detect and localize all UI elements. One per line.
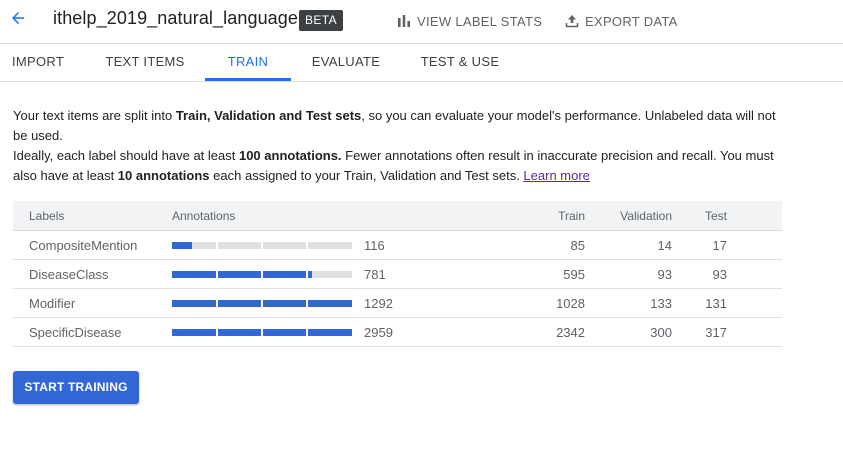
top-app-bar: ithelp_2019_natural_language BETA VIEW L… <box>0 0 843 44</box>
test-count: 93 <box>712 267 727 282</box>
progress-segment-divider <box>306 242 308 249</box>
annotation-progress-bar <box>172 242 352 249</box>
tab-bar: IMPORT TEXT ITEMS TRAIN EVALUATE TEST & … <box>0 45 843 82</box>
header-annotations: Annotations <box>172 209 236 223</box>
label-name: CompositeMention <box>29 238 138 253</box>
view-label-stats-button[interactable]: VIEW LABEL STATS <box>397 11 542 31</box>
back-button[interactable] <box>6 6 30 30</box>
description-paragraph-1: Your text items are split into Train, Va… <box>13 108 776 143</box>
progress-segment-divider <box>261 271 263 278</box>
tab-import[interactable]: IMPORT <box>0 45 76 81</box>
annotation-progress-fill <box>172 271 312 278</box>
annotation-progress-bar <box>172 329 352 336</box>
tab-evaluate[interactable]: EVALUATE <box>307 45 385 81</box>
progress-segment-divider <box>216 271 218 278</box>
annotation-progress-bar <box>172 300 352 307</box>
annotation-count: 1292 <box>364 296 393 311</box>
label-name: Modifier <box>29 296 76 311</box>
progress-segment-divider <box>306 271 308 278</box>
header-test: Test <box>704 209 727 223</box>
tab-test-and-use[interactable]: TEST & USE <box>418 45 502 81</box>
upload-icon <box>565 15 579 28</box>
progress-segment-divider <box>261 242 263 249</box>
annotation-progress-fill <box>172 242 192 249</box>
active-tab-indicator <box>205 78 291 81</box>
learn-more-link[interactable]: Learn more <box>523 168 589 183</box>
annotation-count: 2959 <box>364 325 393 340</box>
progress-segment-divider <box>306 329 308 336</box>
validation-count: 133 <box>650 296 672 311</box>
table-row: Modifier 1292 1028 133 131 <box>13 289 782 318</box>
header-validation: Validation <box>620 209 672 223</box>
validation-count: 14 <box>657 238 672 253</box>
annotation-progress-bar <box>172 271 352 278</box>
table-header: Labels Annotations Train Validation Test <box>13 201 782 231</box>
bar-chart-icon <box>398 15 410 27</box>
dataset-title: ithelp_2019_natural_language <box>53 8 299 28</box>
progress-segment-divider <box>306 300 308 307</box>
label-name: DiseaseClass <box>29 267 109 282</box>
annotation-count: 781 <box>364 267 386 282</box>
export-data-button[interactable]: EXPORT DATA <box>565 11 678 31</box>
train-count: 1028 <box>556 296 585 311</box>
train-count: 85 <box>570 238 585 253</box>
export-data-label: EXPORT DATA <box>585 13 678 29</box>
annotation-count: 116 <box>364 238 385 253</box>
table-body: CompositeMention 116 85 14 17 DiseaseClass 781… <box>13 231 782 347</box>
tab-train[interactable]: TRAIN <box>205 45 291 81</box>
progress-segment-divider <box>261 329 263 336</box>
test-count: 17 <box>712 238 727 253</box>
description-paragraph-2: Ideally, each label should have at least… <box>13 148 774 183</box>
header-train: Train <box>558 209 585 223</box>
train-count: 2342 <box>556 325 585 340</box>
header-labels: Labels <box>29 209 65 223</box>
test-count: 317 <box>705 325 727 340</box>
arrow-back-icon <box>12 12 24 24</box>
progress-segment-divider <box>216 300 218 307</box>
table-row: SpecificDisease 2959 2342 300 317 <box>13 318 782 347</box>
validation-count: 300 <box>650 325 672 340</box>
label-name: SpecificDisease <box>29 325 122 340</box>
label-stats-table: Labels Annotations Train Validation Test… <box>13 201 782 347</box>
table-row: CompositeMention 116 85 14 17 <box>13 231 782 260</box>
train-description: Your text items are split into Train, Va… <box>13 106 793 186</box>
view-label-stats-label: VIEW LABEL STATS <box>417 13 543 29</box>
test-count: 131 <box>705 296 727 311</box>
beta-badge: BETA <box>299 10 344 31</box>
validation-count: 93 <box>657 267 672 282</box>
table-row: DiseaseClass 781 595 93 93 <box>13 260 782 289</box>
progress-segment-divider <box>261 300 263 307</box>
start-training-button[interactable]: START TRAINING <box>13 371 139 404</box>
progress-segment-divider <box>216 329 218 336</box>
train-count: 595 <box>563 267 585 282</box>
tab-text-items[interactable]: TEXT ITEMS <box>103 45 187 81</box>
progress-segment-divider <box>216 242 218 249</box>
